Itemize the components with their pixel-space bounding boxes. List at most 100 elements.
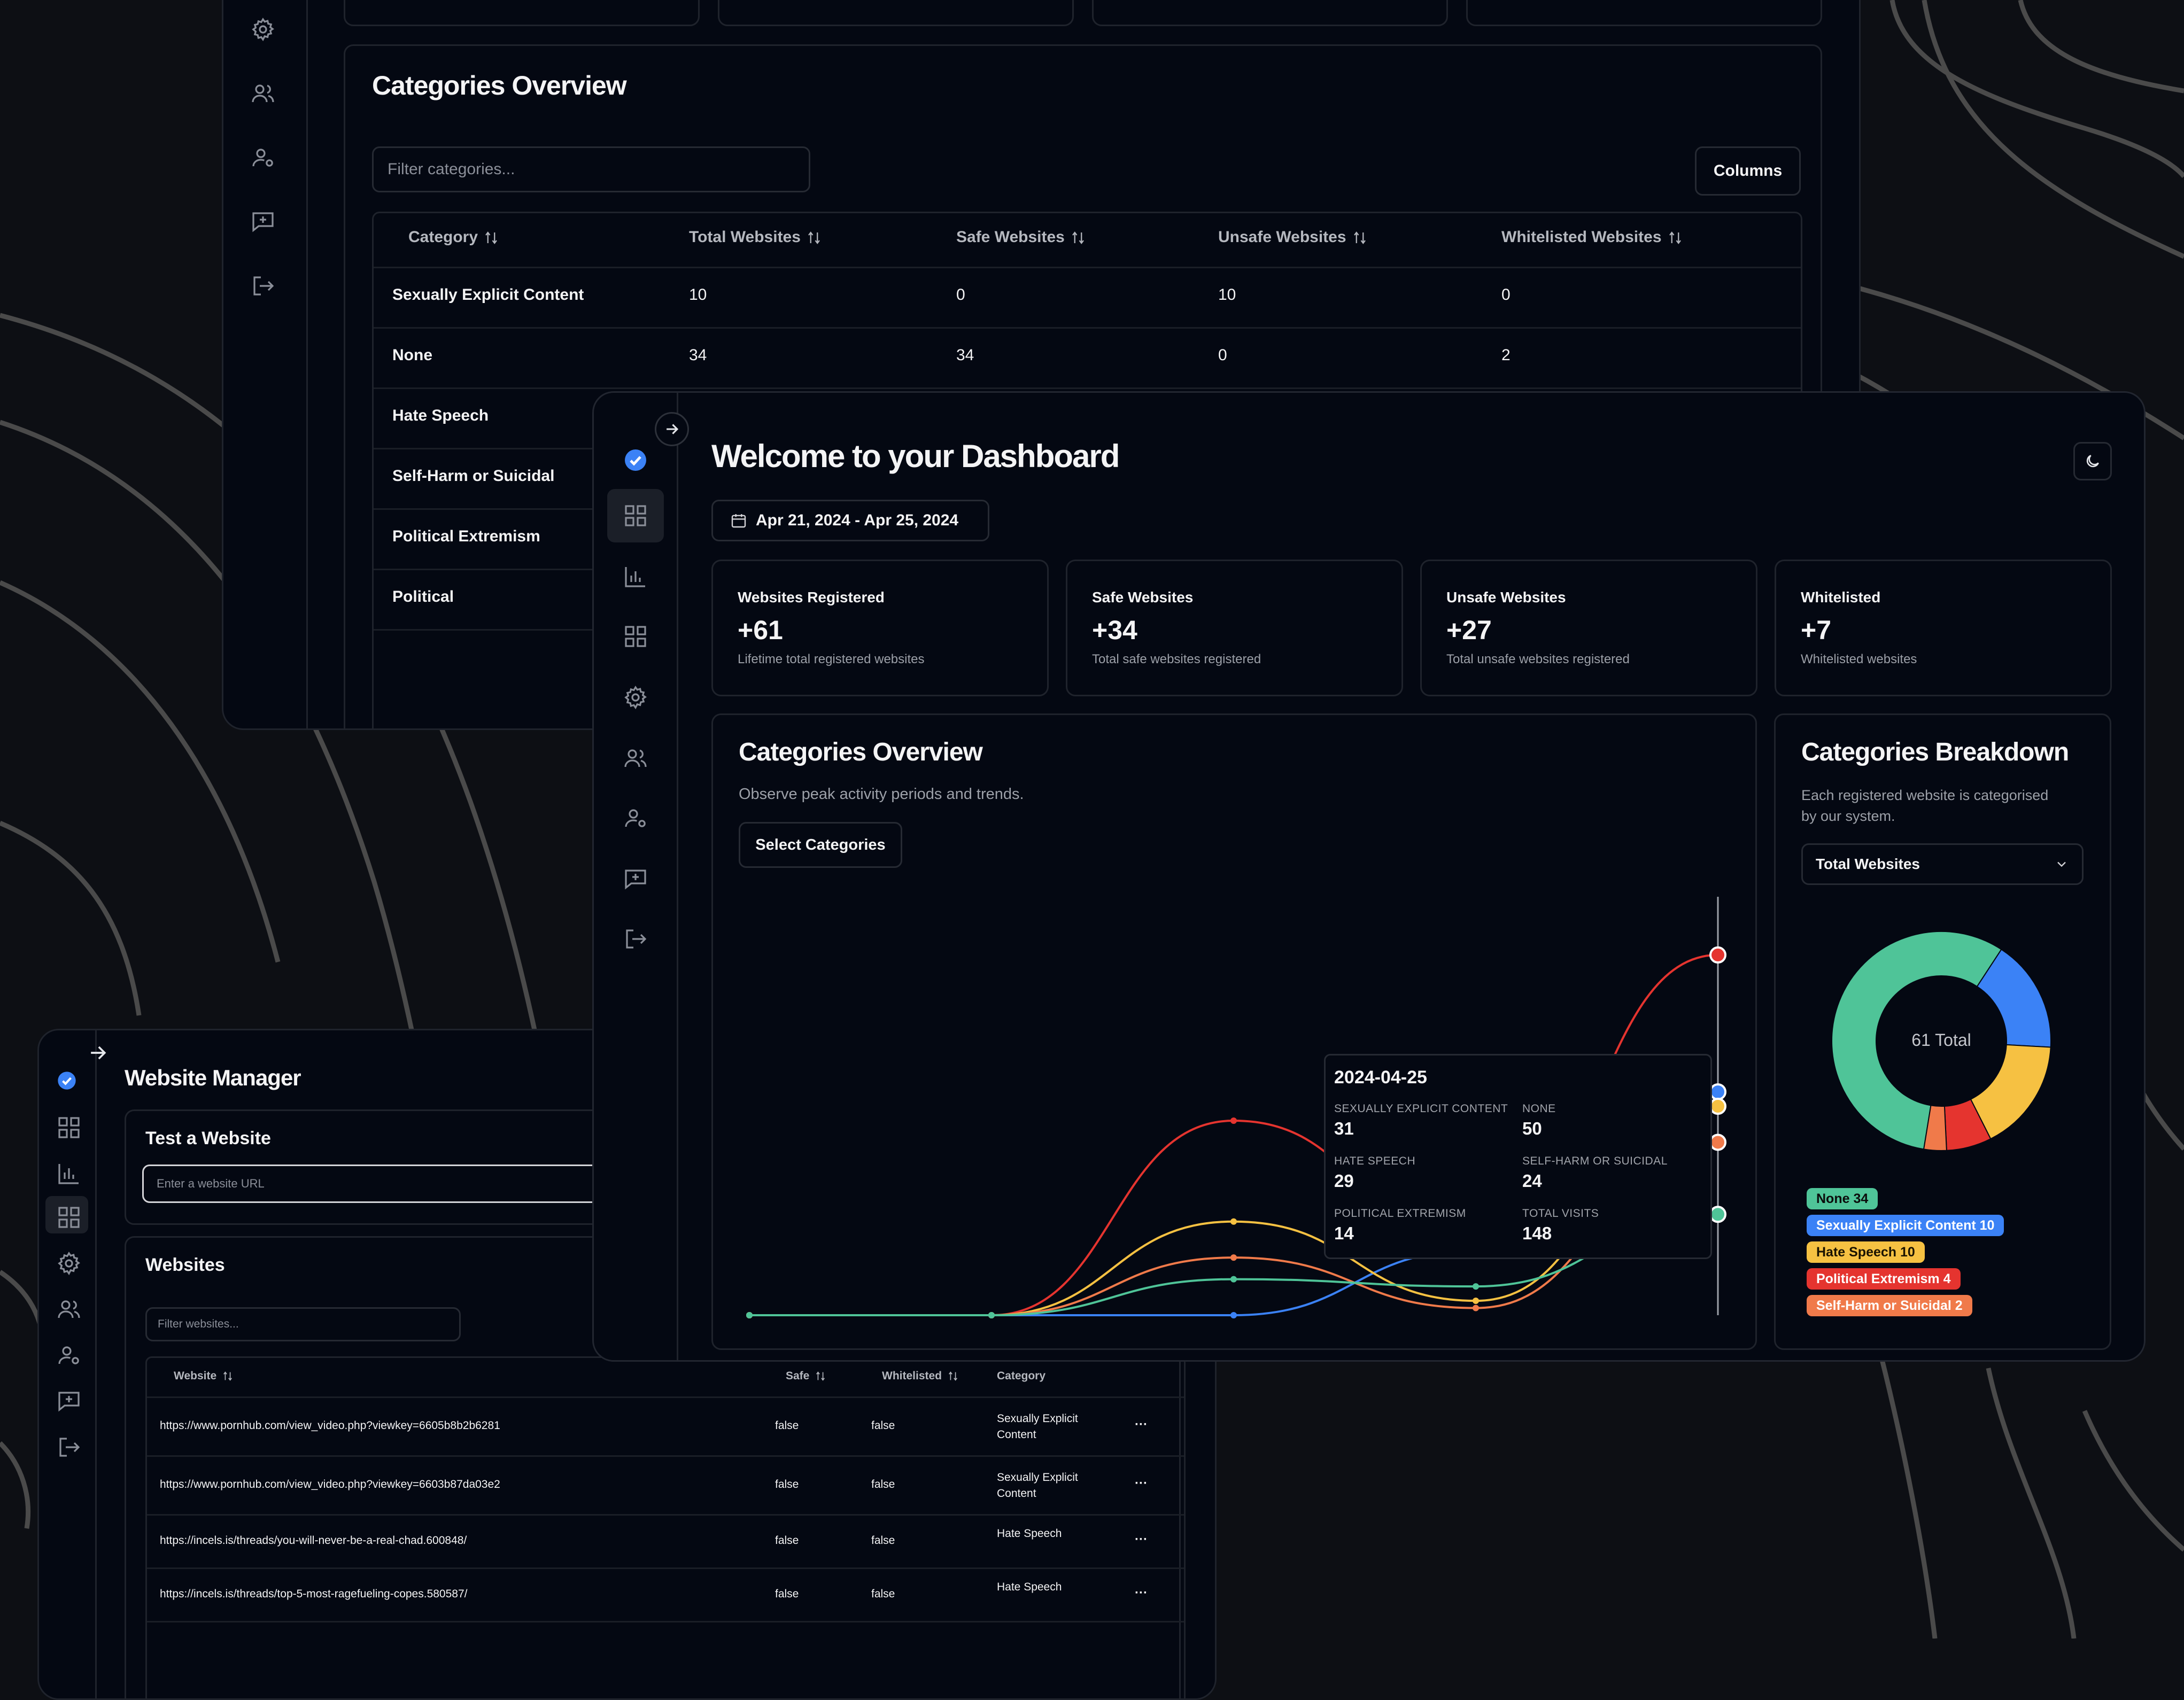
stat-subtext: Total unsafe websites registered bbox=[1446, 652, 1630, 666]
stat-card: Safe Websites +34 Total safe websites regi… bbox=[1066, 560, 1403, 696]
logout-icon[interactable] bbox=[250, 273, 276, 299]
theme-toggle-button[interactable] bbox=[2073, 442, 2112, 480]
breakdown-select[interactable]: Total Websites bbox=[1801, 843, 2084, 885]
category-name-cell: Self-Harm or Suicidal bbox=[392, 467, 555, 485]
overview-chart-card: Categories Overview Observe peak activit… bbox=[711, 713, 1757, 1350]
active-point[interactable] bbox=[1709, 1206, 1726, 1223]
active-point[interactable] bbox=[1709, 1098, 1726, 1115]
bar-chart-icon[interactable] bbox=[623, 564, 648, 589]
website-url-cell[interactable]: https://www.pornhub.com/view_video.php?v… bbox=[160, 1419, 500, 1432]
website-url-cell[interactable]: https://incels.is/threads/top-5-most-rag… bbox=[160, 1588, 467, 1601]
stat-value: +27 bbox=[1446, 615, 1492, 645]
user-settings-icon[interactable] bbox=[56, 1342, 79, 1364]
stat-subtext: Lifetime total registered websites bbox=[738, 652, 925, 666]
gear-icon[interactable] bbox=[623, 685, 648, 710]
message-plus-icon[interactable] bbox=[56, 1388, 80, 1412]
users-icon[interactable] bbox=[56, 1297, 80, 1318]
data-point[interactable] bbox=[1230, 1276, 1237, 1283]
row-divider bbox=[147, 1621, 1184, 1623]
data-point[interactable] bbox=[746, 1312, 753, 1318]
row-actions-menu[interactable]: ··· bbox=[1135, 1476, 1148, 1491]
active-point[interactable] bbox=[1709, 1134, 1726, 1151]
data-point[interactable] bbox=[1230, 1312, 1237, 1318]
tooltip-item-value: 24 bbox=[1522, 1171, 1542, 1191]
sort-icon[interactable] bbox=[947, 1370, 959, 1382]
row-actions-menu[interactable]: ··· bbox=[1135, 1532, 1148, 1547]
count-cell: 0 bbox=[1218, 346, 1227, 364]
dashboard-grid-icon[interactable] bbox=[623, 503, 648, 529]
user-settings-icon[interactable] bbox=[623, 805, 648, 831]
table-row[interactable]: https://incels.is/threads/top-5-most-rag… bbox=[147, 1567, 1184, 1623]
collapse-arrow-button[interactable] bbox=[655, 412, 689, 446]
sort-icon[interactable] bbox=[222, 1370, 234, 1382]
category-name-cell: Sexually Explicit Content bbox=[392, 286, 584, 304]
data-point[interactable] bbox=[1230, 1117, 1237, 1124]
table-row[interactable]: https://www.pornhub.com/view_video.php?v… bbox=[147, 1455, 1184, 1516]
dashboard-grid-icon[interactable] bbox=[56, 1115, 80, 1138]
filter-websites-input[interactable]: Filter websites... bbox=[145, 1307, 461, 1341]
data-point[interactable] bbox=[1230, 1218, 1237, 1225]
apps-grid-icon[interactable] bbox=[56, 1205, 80, 1228]
column-header[interactable]: Safe bbox=[786, 1370, 826, 1383]
bar-chart-icon[interactable] bbox=[56, 1161, 79, 1184]
column-header[interactable]: Total Websites bbox=[689, 228, 822, 246]
columns-button[interactable]: Columns bbox=[1695, 146, 1801, 196]
website-url-cell[interactable]: https://incels.is/threads/you-will-never… bbox=[160, 1534, 467, 1547]
stat-value: +7 bbox=[1801, 615, 1832, 645]
column-header[interactable]: Unsafe Websites bbox=[1218, 228, 1368, 246]
breakdown-card: Categories Breakdown Each registered web… bbox=[1774, 713, 2111, 1350]
message-plus-icon[interactable] bbox=[250, 209, 276, 235]
tooltip-item-label: SELF-HARM OR SUICIDAL bbox=[1522, 1155, 1668, 1167]
tooltip-item-value: 14 bbox=[1334, 1223, 1354, 1243]
column-header-label: Safe Websites bbox=[956, 228, 1065, 246]
divider bbox=[374, 267, 1801, 268]
gear-icon[interactable] bbox=[56, 1251, 81, 1276]
dashboard-title: Welcome to your Dashboard bbox=[711, 438, 1120, 474]
sort-icon[interactable] bbox=[806, 230, 822, 246]
sort-icon[interactable] bbox=[1070, 230, 1086, 246]
table-row[interactable]: https://incels.is/threads/you-will-never… bbox=[147, 1514, 1184, 1569]
sort-icon[interactable] bbox=[1352, 230, 1368, 246]
message-plus-icon[interactable] bbox=[623, 866, 648, 892]
sort-icon[interactable] bbox=[483, 230, 499, 246]
website-url-cell[interactable]: https://www.pornhub.com/view_video.php?v… bbox=[160, 1478, 500, 1491]
column-header[interactable]: Website bbox=[174, 1370, 234, 1383]
logout-icon[interactable] bbox=[623, 926, 648, 952]
data-point[interactable] bbox=[1230, 1254, 1237, 1261]
website-manager-sidebar bbox=[39, 1030, 106, 1698]
column-header[interactable]: Safe Websites bbox=[956, 228, 1086, 246]
logout-icon[interactable] bbox=[56, 1434, 80, 1457]
active-point[interactable] bbox=[1709, 1083, 1726, 1101]
sort-icon[interactable] bbox=[1667, 230, 1683, 246]
tooltip-item-label: POLITICAL EXTREMISM bbox=[1334, 1207, 1466, 1220]
data-point[interactable] bbox=[988, 1312, 995, 1318]
row-actions-menu[interactable]: ··· bbox=[1135, 1417, 1148, 1432]
users-icon[interactable] bbox=[250, 81, 276, 106]
test-website-title: Test a Website bbox=[145, 1128, 271, 1148]
sort-icon[interactable] bbox=[815, 1370, 826, 1382]
categories-title: Categories Overview bbox=[372, 71, 627, 100]
data-point[interactable] bbox=[1473, 1283, 1479, 1290]
users-icon[interactable] bbox=[623, 746, 648, 771]
column-header[interactable]: Category bbox=[408, 228, 499, 246]
row-actions-menu[interactable]: ··· bbox=[1135, 1586, 1148, 1601]
column-header[interactable]: Category bbox=[997, 1370, 1045, 1383]
donut-center-label: 61 Total bbox=[1911, 1030, 1971, 1050]
user-settings-icon[interactable] bbox=[250, 145, 276, 170]
active-point[interactable] bbox=[1709, 946, 1726, 964]
table-row[interactable]: https://www.pornhub.com/view_video.php?v… bbox=[147, 1396, 1184, 1457]
arrow-right-icon bbox=[667, 424, 679, 434]
column-header[interactable]: Whitelisted bbox=[882, 1370, 959, 1383]
data-point[interactable] bbox=[1473, 1305, 1479, 1311]
safe-cell: false bbox=[775, 1588, 799, 1600]
collapse-arrow-icon[interactable] bbox=[86, 1041, 110, 1065]
data-point[interactable] bbox=[1473, 1298, 1479, 1305]
apps-grid-icon[interactable] bbox=[623, 624, 648, 649]
gear-icon[interactable] bbox=[250, 17, 276, 42]
filter-categories-input[interactable]: Filter categories... bbox=[372, 146, 810, 192]
tooltip-item-value: 50 bbox=[1522, 1119, 1542, 1138]
column-header[interactable]: Whitelisted Websites bbox=[1501, 228, 1683, 246]
websites-title: Websites bbox=[145, 1255, 225, 1275]
stat-label: Unsafe Websites bbox=[1446, 589, 1566, 606]
date-range-picker[interactable]: Apr 21, 2024 - Apr 25, 2024 bbox=[711, 500, 989, 541]
